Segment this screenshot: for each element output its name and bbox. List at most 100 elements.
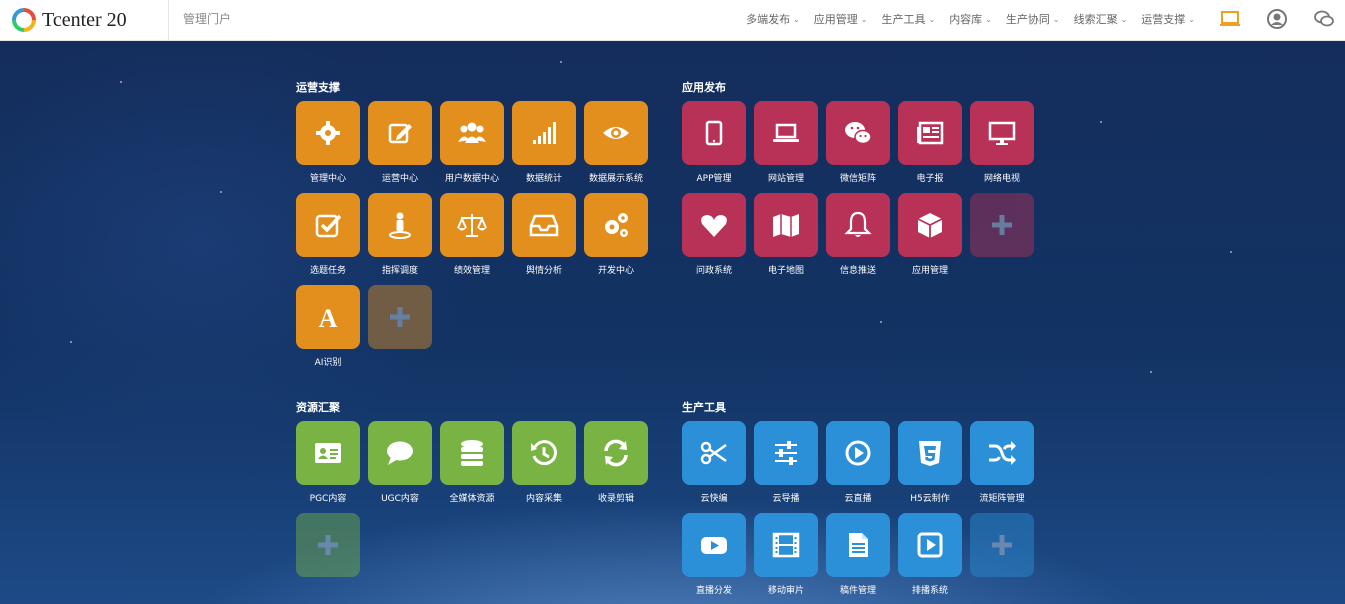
chevron-down-icon: ⌄ bbox=[985, 14, 992, 24]
tile-wechat-matrix[interactable] bbox=[826, 101, 890, 165]
wechat-icon bbox=[845, 122, 872, 145]
gear-icon bbox=[316, 121, 340, 145]
tile-app-mgmt[interactable] bbox=[898, 193, 962, 257]
tile-data-statistics[interactable] bbox=[512, 101, 576, 165]
tile-cloud-quick-edit[interactable] bbox=[682, 421, 746, 485]
nav-content-library[interactable]: 内容库 ⌄ bbox=[949, 11, 992, 27]
group-title-prod: 生产工具 bbox=[682, 401, 726, 414]
nav-label: 生产协同 bbox=[1005, 13, 1050, 26]
add-tile-app[interactable] bbox=[970, 193, 1034, 257]
tile-dev-center[interactable] bbox=[584, 193, 648, 257]
add-tile-ops[interactable] bbox=[368, 285, 432, 349]
nav-label: 内容库 bbox=[949, 13, 983, 26]
person-pin-icon bbox=[389, 212, 411, 239]
star bbox=[1150, 371, 1152, 373]
document-icon bbox=[849, 533, 868, 557]
tile-broadcast-system[interactable] bbox=[898, 513, 962, 577]
sliders-icon bbox=[775, 441, 797, 465]
nav-production-collab[interactable]: 生产协同 ⌄ bbox=[1006, 11, 1060, 27]
brand-logo[interactable]: Tcenter 20 bbox=[12, 6, 127, 34]
chevron-down-icon: ⌄ bbox=[860, 14, 868, 24]
add-tile-prod[interactable] bbox=[970, 513, 1034, 577]
header-divider bbox=[168, 0, 169, 40]
tile-cloud-live[interactable] bbox=[826, 421, 890, 485]
tile-e-map[interactable] bbox=[754, 193, 818, 257]
tile-manuscript-management[interactable] bbox=[826, 513, 890, 577]
nav-lead-aggregation[interactable]: 线索汇聚 ⌄ bbox=[1074, 11, 1128, 27]
speech-bubble-icon bbox=[387, 441, 413, 465]
portal-title: 管理门户 bbox=[183, 12, 232, 26]
top-bar: Tcenter 20 管理门户 多端发布 ⌄ 应用管理 ⌄ 生产工具 ⌄ 内容库 ⌄ 生… bbox=[0, 0, 1345, 41]
group-title-res: 资源汇聚 bbox=[296, 401, 340, 414]
tile-label: 应用管理 bbox=[911, 266, 948, 276]
tile-content-collection[interactable] bbox=[512, 421, 576, 485]
nav-ops-support[interactable]: 运营支撑 ⌄ bbox=[1141, 11, 1195, 27]
svg-text:A: A bbox=[319, 304, 338, 332]
group-title-ops: 运营支撑 bbox=[296, 81, 340, 94]
tile-app-management[interactable] bbox=[682, 101, 746, 165]
nav-production-tools[interactable]: 生产工具 ⌄ bbox=[881, 11, 935, 27]
add-tile-res[interactable] bbox=[296, 513, 360, 577]
tile-topic-tasks[interactable] bbox=[296, 193, 360, 257]
main-nav: 多端发布 ⌄ 应用管理 ⌄ 生产工具 ⌄ 内容库 ⌄ 生产协同 ⌄ 线索汇聚 ⌄ 运营支撑 ⌄ bbox=[732, 11, 1195, 27]
play-circle-icon bbox=[845, 440, 871, 466]
tile-live-distribution[interactable] bbox=[682, 513, 746, 577]
nav-label: 运营支撑 bbox=[1141, 13, 1186, 26]
tile-network-tv[interactable] bbox=[970, 101, 1034, 165]
tile-mobile-review[interactable] bbox=[754, 513, 818, 577]
tile-operations-center[interactable] bbox=[368, 101, 432, 165]
tile-website-management[interactable] bbox=[754, 101, 818, 165]
tile-label: 网络电视 bbox=[983, 174, 1020, 184]
tile-cloud-director[interactable] bbox=[754, 421, 818, 485]
user-icon[interactable] bbox=[1266, 8, 1288, 30]
nav-label: 生产工具 bbox=[881, 13, 926, 26]
refresh-icon bbox=[604, 439, 628, 467]
tile-h5-cloud-make[interactable] bbox=[898, 421, 962, 485]
nav-label: 多端发布 bbox=[746, 13, 791, 26]
tile-political-inquiry[interactable] bbox=[682, 193, 746, 257]
dashboard-canvas: 运营支撑 管理中心 运营中心 用户数据中心 数据统计 数据展示系统 选题任务 指… bbox=[0, 41, 1345, 604]
tile-info-push[interactable] bbox=[826, 193, 890, 257]
tile-performance-management[interactable] bbox=[440, 193, 504, 257]
brand-ring-icon bbox=[12, 8, 36, 32]
tile-data-display-system[interactable] bbox=[584, 101, 648, 165]
cube-icon bbox=[917, 213, 943, 238]
tile-ai-recognition[interactable]: A bbox=[296, 285, 360, 349]
star bbox=[70, 341, 72, 343]
tile-pgc-content[interactable] bbox=[296, 421, 360, 485]
font-a-icon: A bbox=[319, 304, 338, 332]
newspaper-icon bbox=[917, 121, 944, 145]
play-square-icon bbox=[917, 532, 943, 558]
tile-sentiment-analysis[interactable] bbox=[512, 193, 576, 257]
plus-icon bbox=[318, 535, 338, 555]
balance-scale-icon bbox=[457, 214, 487, 237]
tile-management-center[interactable] bbox=[296, 101, 360, 165]
laptop-icon[interactable] bbox=[1219, 8, 1241, 30]
brand-name: Tcenter 20 bbox=[42, 8, 127, 31]
tile-stream-matrix[interactable] bbox=[970, 421, 1034, 485]
tile-recording-editing[interactable] bbox=[584, 421, 648, 485]
map-icon bbox=[773, 214, 799, 237]
nav-app-management[interactable]: 应用管理 ⌄ bbox=[814, 11, 868, 27]
monitor-icon bbox=[988, 121, 1016, 145]
plus-icon bbox=[390, 307, 410, 327]
star bbox=[220, 191, 222, 193]
nav-label: 线索汇聚 bbox=[1073, 13, 1118, 26]
tile-all-media-resources[interactable] bbox=[440, 421, 504, 485]
chat-icon[interactable] bbox=[1313, 8, 1335, 30]
tile-user-data-center[interactable] bbox=[440, 101, 504, 165]
star bbox=[560, 61, 562, 63]
chevron-down-icon: ⌄ bbox=[1120, 14, 1128, 24]
tile-e-newspaper[interactable] bbox=[898, 101, 962, 165]
inbox-icon bbox=[529, 214, 559, 237]
nav-multi-publish[interactable]: 多端发布 ⌄ bbox=[746, 11, 800, 27]
tile-ugc-content[interactable] bbox=[368, 421, 432, 485]
star bbox=[880, 321, 882, 323]
nav-label: 应用管理 bbox=[813, 13, 858, 26]
group-title-app: 应用发布 bbox=[682, 81, 726, 94]
tile-command-dispatch[interactable] bbox=[368, 193, 432, 257]
star bbox=[120, 81, 122, 83]
tile-label: 开发中心 bbox=[597, 266, 634, 276]
laptop-icon bbox=[773, 123, 799, 142]
shuffle-icon bbox=[989, 441, 1016, 465]
